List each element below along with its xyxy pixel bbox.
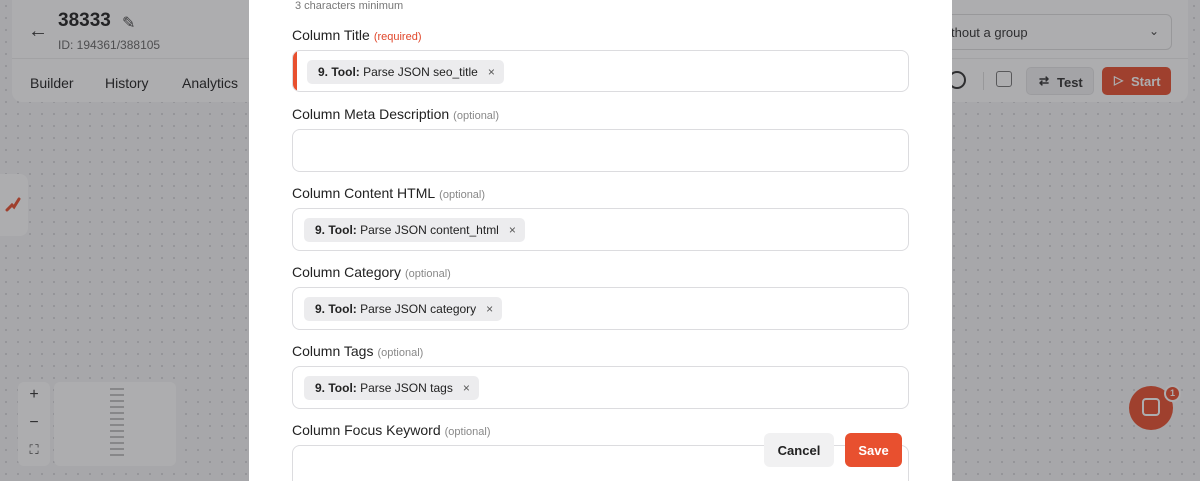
field-label-focus-keyword: Column Focus Keyword (optional): [292, 422, 490, 438]
chip-prefix: 9. Tool:: [315, 302, 357, 316]
field-label-text: Column Title: [292, 27, 370, 43]
optional-tag: (optional): [377, 347, 424, 359]
field-label-title: Column Title (required): [292, 27, 422, 43]
field-label-content-html: Column Content HTML (optional): [292, 185, 485, 201]
variable-chip[interactable]: 9. Tool: Parse JSON tags ×: [304, 376, 479, 400]
optional-tag: (optional): [404, 268, 451, 280]
column-content-html-field[interactable]: 9. Tool: Parse JSON content_html ×: [292, 208, 909, 251]
column-meta-description-field[interactable]: [292, 129, 909, 172]
field-label-meta-description: Column Meta Description (optional): [292, 106, 499, 122]
required-tag: (required): [373, 31, 422, 43]
optional-tag: (optional): [439, 189, 486, 201]
field-label-text: Column Category: [292, 264, 401, 280]
variable-chip[interactable]: 9. Tool: Parse JSON content_html ×: [304, 218, 525, 242]
chip-prefix: 9. Tool:: [315, 223, 357, 237]
remove-chip-icon[interactable]: ×: [509, 218, 516, 242]
field-label-text: Column Tags: [292, 343, 374, 359]
column-tags-field[interactable]: 9. Tool: Parse JSON tags ×: [292, 366, 909, 409]
optional-tag: (optional): [453, 110, 500, 122]
cancel-button[interactable]: Cancel: [764, 433, 834, 467]
save-button[interactable]: Save: [845, 433, 902, 467]
chip-text: Parse JSON seo_title: [363, 65, 478, 79]
remove-chip-icon[interactable]: ×: [486, 297, 493, 321]
chip-text: Parse JSON category: [360, 302, 477, 316]
field-label-text: Column Focus Keyword: [292, 422, 441, 438]
chip-text: Parse JSON content_html: [360, 223, 499, 237]
field-label-category: Column Category (optional): [292, 264, 451, 280]
chip-prefix: 9. Tool:: [315, 381, 357, 395]
min-chars-hint: 3 characters minimum: [295, 0, 404, 12]
column-category-field[interactable]: 9. Tool: Parse JSON category ×: [292, 287, 909, 330]
field-label-text: Column Meta Description: [292, 106, 450, 122]
column-mapping-modal: 3 characters minimum Column Title (requir…: [249, 0, 952, 481]
field-label-text: Column Content HTML: [292, 185, 436, 201]
variable-chip[interactable]: 9. Tool: Parse JSON category ×: [304, 297, 503, 321]
chip-text: Parse JSON tags: [360, 381, 453, 395]
field-label-tags: Column Tags (optional): [292, 343, 423, 359]
remove-chip-icon[interactable]: ×: [488, 60, 495, 84]
remove-chip-icon[interactable]: ×: [463, 376, 470, 400]
chip-prefix: 9. Tool:: [318, 65, 360, 79]
variable-chip[interactable]: 9. Tool: Parse JSON seo_title ×: [307, 60, 504, 84]
optional-tag: (optional): [444, 426, 491, 438]
column-title-field[interactable]: 9. Tool: Parse JSON seo_title ×: [292, 50, 909, 92]
